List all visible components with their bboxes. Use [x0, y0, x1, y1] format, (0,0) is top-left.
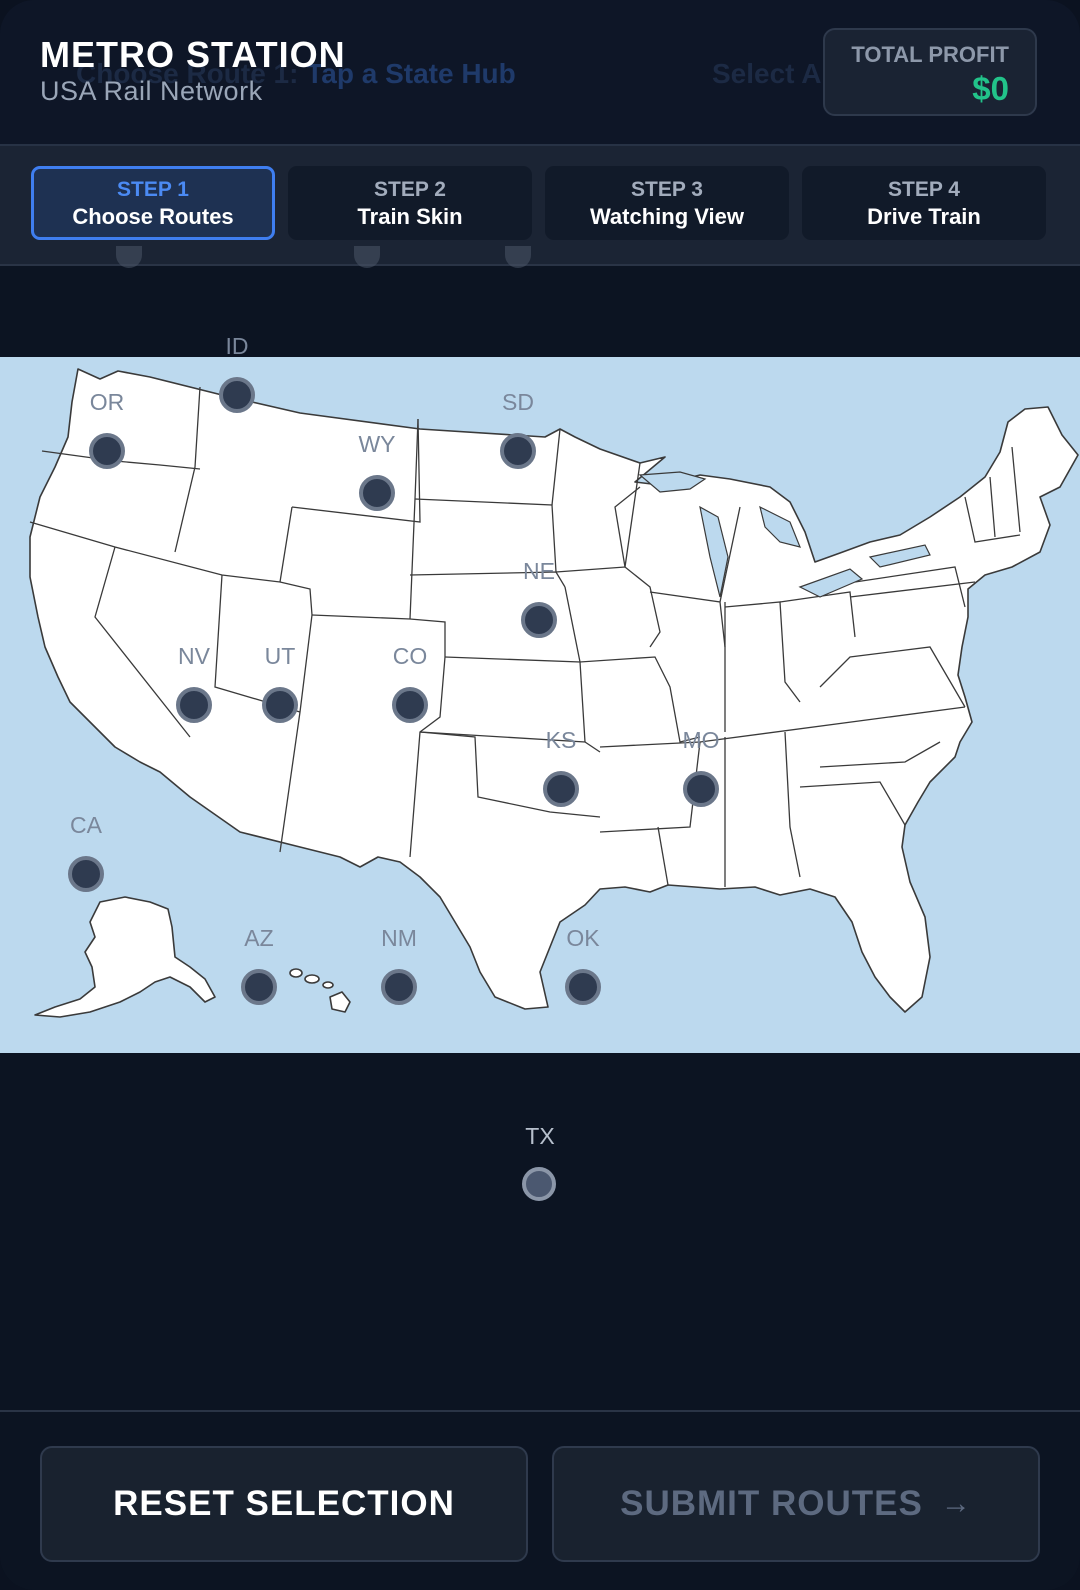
footer: RESET SELECTION SUBMIT ROUTES → [0, 1410, 1080, 1590]
total-profit-value: $0 [972, 70, 1009, 107]
step-name: Train Skin [357, 204, 463, 229]
step-tabs: STEP 1 Choose Routes STEP 2 Train Skin S… [0, 146, 1080, 266]
state-hub-ok[interactable]: OK [565, 925, 601, 1005]
hub-marker-icon [500, 433, 536, 469]
state-hub-label: AZ [244, 925, 274, 951]
step-number: STEP 2 [374, 178, 446, 201]
state-hub-label: CO [392, 643, 428, 669]
hub-marker-icon [219, 377, 255, 413]
state-hub-ca[interactable]: CA [68, 812, 104, 892]
hub-marker-icon [683, 771, 719, 807]
hub-marker-icon [381, 969, 417, 1005]
step-number: STEP 4 [888, 178, 960, 201]
hub-marker-icon [68, 856, 104, 892]
hub-marker-icon [176, 687, 212, 723]
step-name: Drive Train [867, 204, 981, 229]
state-hub-label: UT [264, 643, 296, 669]
hub-marker-icon [392, 687, 428, 723]
state-hub-wy[interactable]: WY [358, 431, 396, 511]
reset-selection-label: RESET SELECTION [113, 1484, 455, 1523]
state-hub-az[interactable]: AZ [241, 925, 277, 1005]
hub-marker-icon [565, 969, 601, 1005]
state-hub-ut[interactable]: UT [262, 643, 298, 723]
state-hub-co[interactable]: CO [392, 643, 428, 723]
submit-routes-label: SUBMIT ROUTES [620, 1484, 923, 1523]
tab-step-3-watching-view[interactable]: STEP 3 Watching View [545, 166, 789, 240]
state-hub-or[interactable]: OR [89, 389, 125, 469]
state-hub-label: CA [70, 812, 102, 838]
state-hub-mo[interactable]: MO [682, 727, 720, 807]
hub-marker-icon [262, 687, 298, 723]
hub-marker-icon [522, 1167, 556, 1201]
state-hub-label: ID [225, 333, 249, 359]
hub-marker-icon [521, 602, 557, 638]
total-profit-panel: TOTAL PROFIT $0 [823, 28, 1037, 116]
state-hub-label: NM [381, 925, 417, 951]
step-number: STEP 3 [631, 178, 703, 201]
hub-marker-icon [89, 433, 125, 469]
step-number: STEP 1 [117, 178, 189, 201]
hub-marker-icon [359, 475, 395, 511]
state-hub-label: NE [523, 558, 555, 584]
state-hub-label: SD [502, 389, 534, 415]
state-hub-nm[interactable]: NM [381, 925, 417, 1005]
arrow-right-icon: → [940, 1487, 972, 1520]
tab-step-2-train-skin[interactable]: STEP 2 Train Skin [288, 166, 532, 240]
game-screen: Choose Route 1: Tap a State Hub Select A… [0, 0, 1080, 1590]
tab-step-4-drive-train[interactable]: STEP 4 Drive Train [802, 166, 1046, 240]
state-hub-label: MO [682, 727, 720, 753]
total-profit-label: TOTAL PROFIT [851, 42, 1009, 67]
state-hub-sd[interactable]: SD [500, 389, 536, 469]
state-hub-label: WY [358, 431, 396, 457]
state-hub-ks[interactable]: KS [543, 727, 579, 807]
hub-marker-icon [241, 969, 277, 1005]
tab-step-1-choose-routes[interactable]: STEP 1 Choose Routes [31, 166, 275, 240]
state-hub-label: OK [566, 925, 600, 951]
state-hub-ne[interactable]: NE [521, 558, 557, 638]
state-hub-nv[interactable]: NV [176, 643, 212, 723]
state-hub-label: KS [545, 727, 577, 753]
app-subtitle: USA Rail Network [40, 76, 263, 106]
state-hub-id[interactable]: ID [219, 333, 255, 413]
state-hub-label: OR [89, 389, 125, 415]
step-name: Choose Routes [72, 204, 234, 229]
state-hub-tx[interactable]: TX [522, 1123, 558, 1203]
step-name: Watching View [589, 204, 745, 229]
reset-selection-button[interactable]: RESET SELECTION [40, 1446, 528, 1562]
submit-routes-button[interactable]: SUBMIT ROUTES → [552, 1446, 1040, 1562]
header: Choose Route 1: Tap a State Hub Select A… [0, 0, 1080, 146]
hub-marker-icon [543, 771, 579, 807]
state-hub-label: TX [525, 1123, 555, 1149]
app-title: METRO STATION [40, 34, 346, 75]
instruction-ghost-text-right: Select A [712, 58, 822, 89]
